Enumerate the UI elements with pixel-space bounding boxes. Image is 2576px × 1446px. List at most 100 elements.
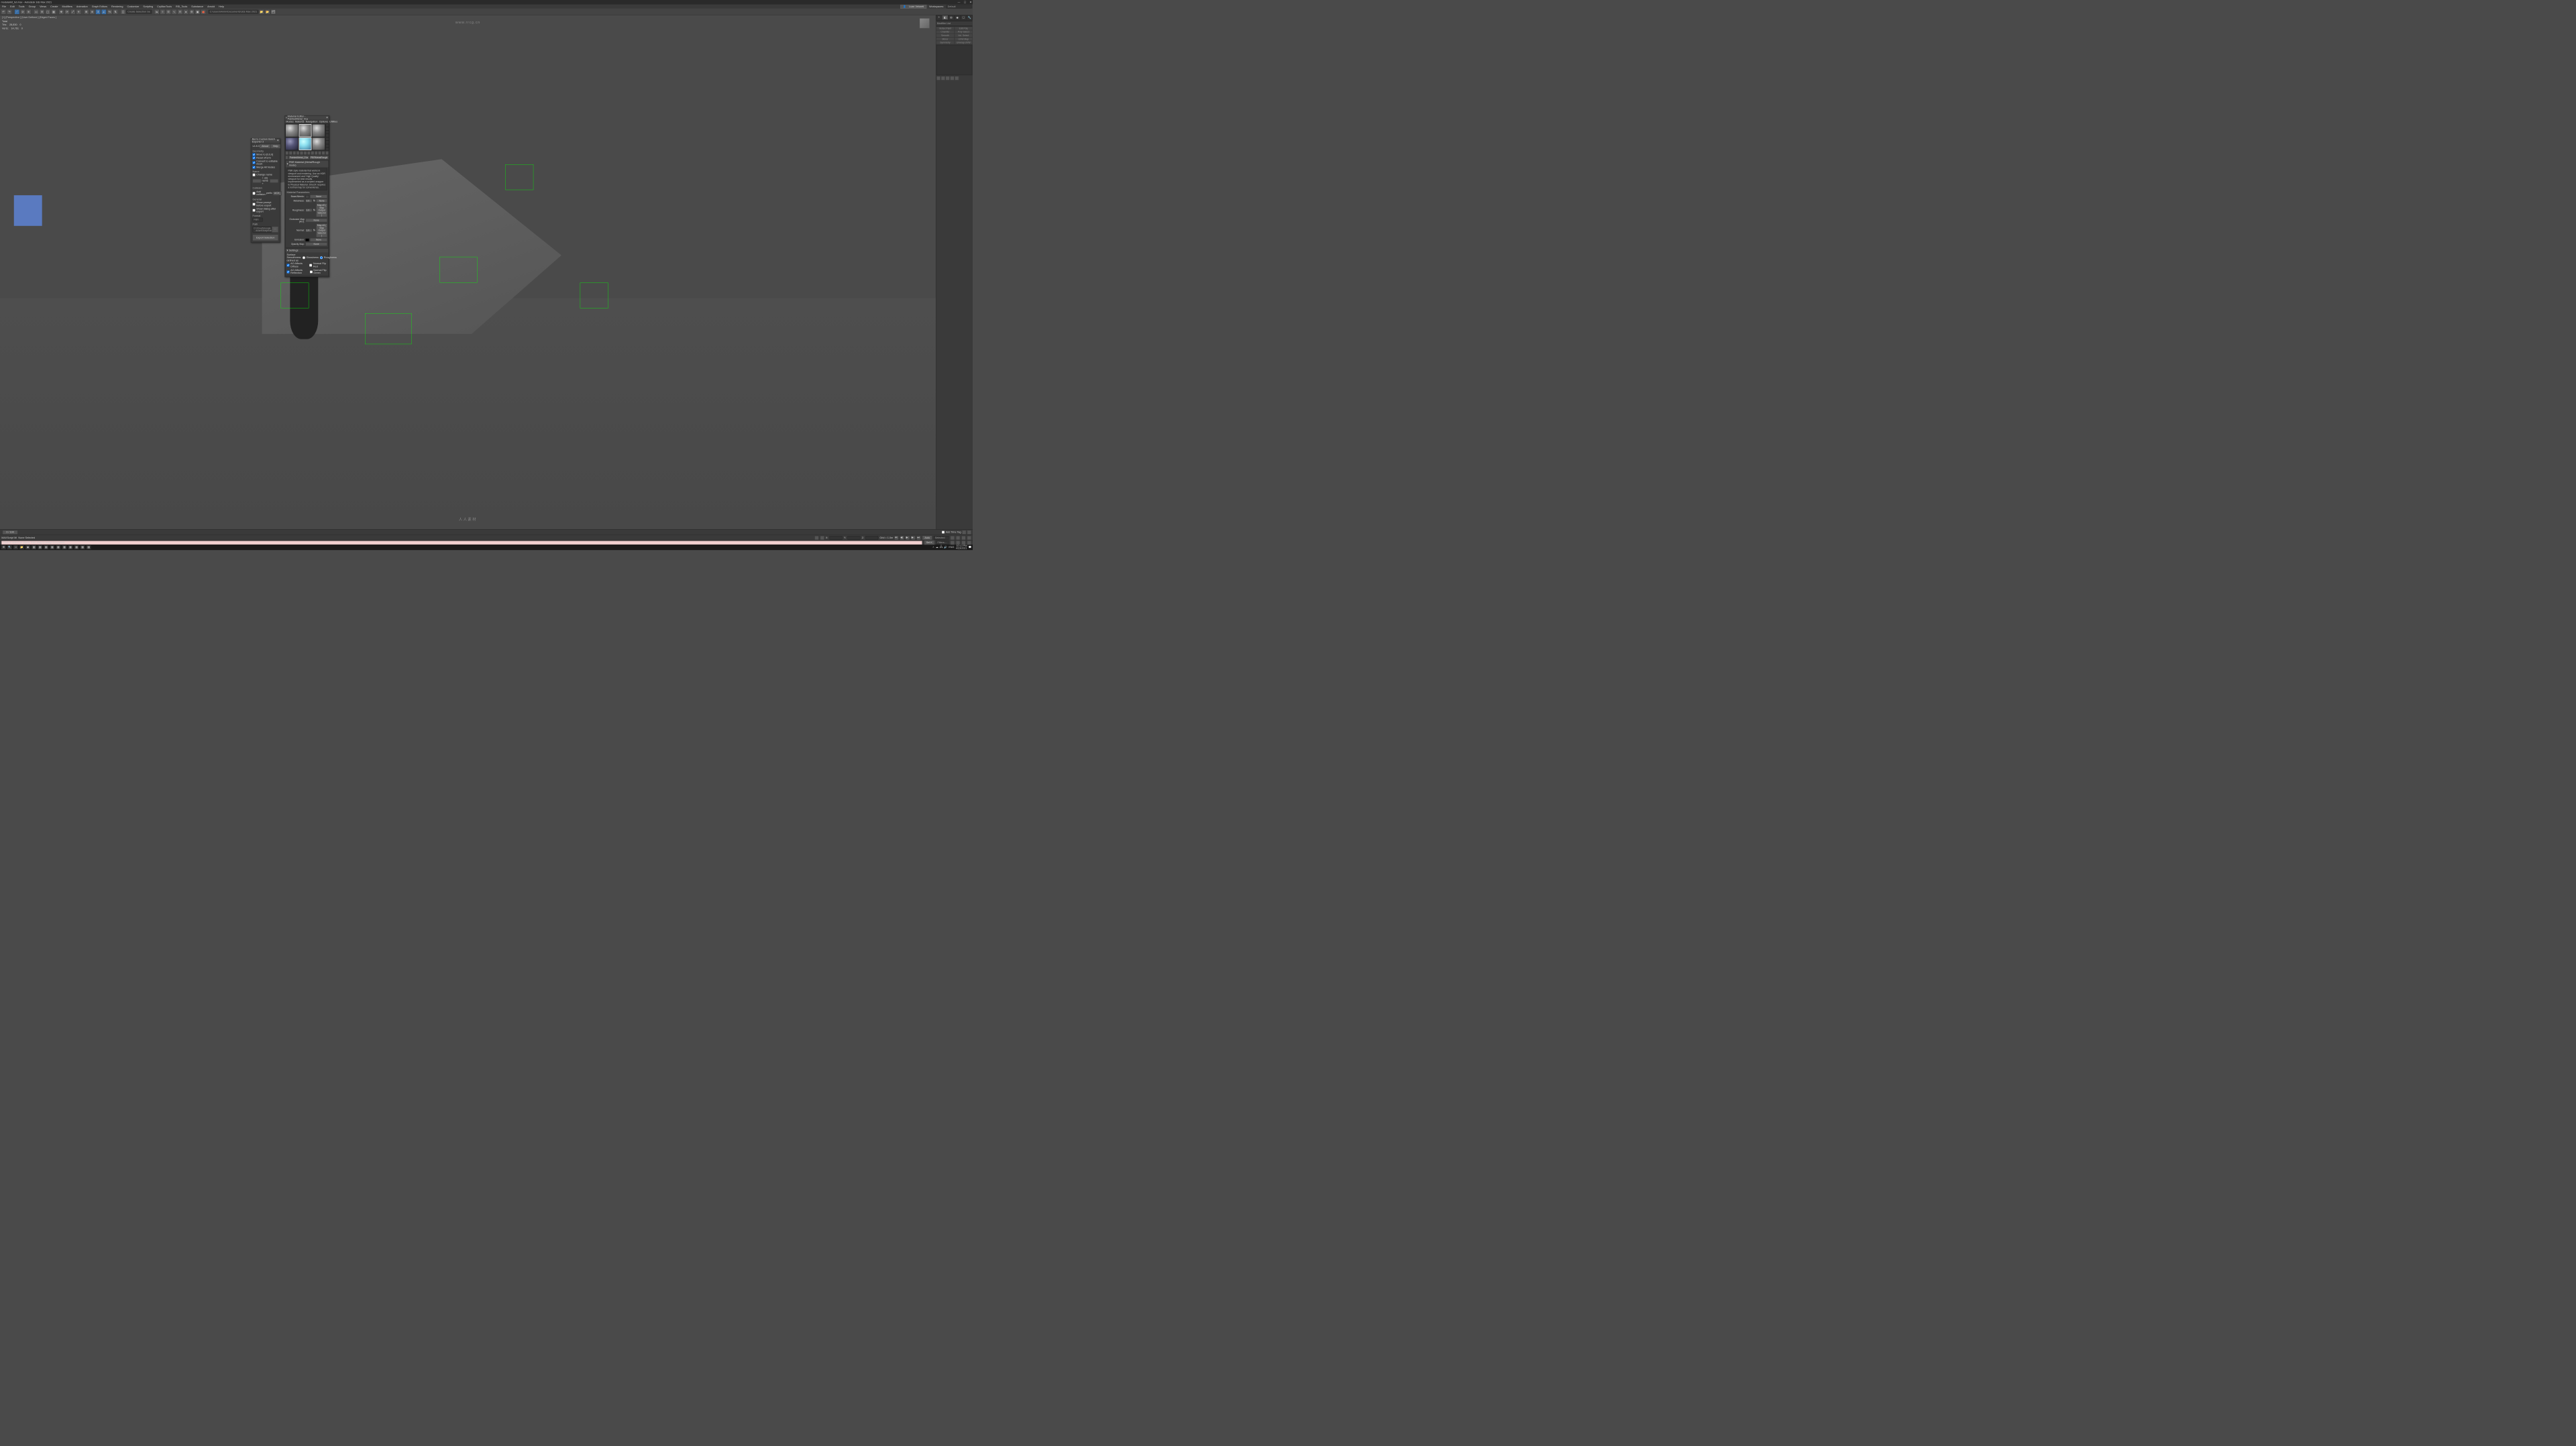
search-icon[interactable]: 🔍 — [7, 545, 13, 550]
material-slot-6[interactable] — [312, 137, 325, 150]
nav-minmax-icon[interactable] — [967, 541, 971, 545]
percent-snap-icon[interactable]: % — [107, 9, 113, 15]
metalness-value[interactable]: 0.0 — [305, 199, 312, 203]
matmenu-options[interactable]: Options — [319, 120, 328, 123]
rotate-icon[interactable]: ⟳ — [64, 9, 70, 15]
key-icon-2[interactable] — [967, 531, 971, 535]
tab-display[interactable]: ☐ — [961, 15, 967, 20]
make-copy-icon[interactable] — [300, 152, 303, 155]
ao-map-button[interactable]: None — [305, 219, 327, 222]
render-setup-icon[interactable]: ⚙ — [189, 9, 195, 15]
play-icon[interactable]: ▶ — [906, 536, 910, 540]
coord-x-input[interactable] — [830, 536, 843, 540]
menu-crymaxtools[interactable]: CryMaxTools — [156, 5, 173, 8]
opacity-map-button[interactable]: None — [305, 242, 327, 245]
chk-nflip-green[interactable]: Normal Flip Green — [310, 269, 327, 274]
go-forward-icon[interactable] — [325, 152, 329, 155]
refcoord-icon[interactable]: ⊞ — [84, 9, 89, 15]
chk-convert[interactable]: Convert to editable mesh — [252, 160, 278, 165]
mod-symmetry[interactable]: Symmetry — [936, 41, 954, 44]
chk-merge[interactable]: Merge All Nodes — [252, 166, 278, 168]
mat-id-icon[interactable] — [311, 152, 314, 155]
tab-hierarchy[interactable]: ⊞ — [948, 15, 954, 20]
chk-move-to[interactable]: Move to [0,0,0] — [252, 153, 278, 156]
filters-dropdown[interactable]: Filters... — [936, 541, 949, 545]
menu-group[interactable]: Group — [28, 5, 37, 8]
menu-grapheditors[interactable]: Graph Editors — [91, 5, 108, 8]
chk-add-time-tag[interactable]: Add Time Tag — [942, 531, 961, 534]
matmenu-material[interactable]: Material — [295, 120, 304, 123]
bind-spacewarp-icon[interactable]: ≋ — [26, 9, 32, 15]
chk-change-name[interactable]: Change name — [252, 174, 278, 176]
folder-icon[interactable]: 📁 — [259, 9, 264, 15]
name-suffix-input[interactable] — [270, 179, 278, 183]
material-editor-window[interactable]: ◐ Material Editor - PaintedMetal_01a✕ Mo… — [284, 115, 329, 277]
goto-end-icon[interactable]: ⏭ — [917, 536, 921, 540]
menu-file[interactable]: File — [1, 5, 7, 8]
help-button[interactable]: Help — [270, 144, 280, 148]
assign-icon[interactable] — [292, 152, 296, 155]
albedo-swatch[interactable] — [305, 195, 309, 198]
chk-add-collision[interactable]: Add collision — [252, 190, 265, 196]
app4-icon[interactable]: ▦ — [50, 545, 55, 550]
tab-modify[interactable]: ◧ — [942, 15, 948, 20]
app9-icon[interactable]: ▦ — [80, 545, 85, 550]
tray-vol-icon[interactable]: 🔊 — [944, 546, 947, 549]
material-slot-5[interactable] — [299, 137, 311, 150]
folder3-icon[interactable]: 🗂 — [271, 9, 276, 15]
nav-zoom-icon[interactable] — [956, 536, 960, 540]
lock-icon[interactable] — [820, 536, 824, 540]
taskview-icon[interactable]: ☐ — [13, 545, 19, 550]
chk-reset-xform[interactable]: Reset xForm — [252, 156, 278, 159]
batch-exporter-window[interactable]: Ben's Custom Batch Exporter 3✕ v1.8.3 Ab… — [251, 138, 280, 243]
edit-named-sel-icon[interactable]: {} — [121, 9, 126, 15]
pick-material-icon[interactable] — [286, 156, 288, 159]
menu-animation[interactable]: Animation — [75, 5, 89, 8]
scale-icon[interactable]: ⤢ — [70, 9, 76, 15]
tray-date[interactable]: 4/23/2021 — [956, 547, 967, 550]
workspace-dropdown[interactable]: Default — [947, 5, 972, 8]
placement-icon[interactable]: ⎀ — [76, 9, 82, 15]
radio-roughness[interactable]: Roughness — [320, 256, 337, 259]
menu-rendering[interactable]: Rendering — [111, 5, 124, 8]
normal-map-button[interactable]: Map #4 ( Map Output Selector ) — [316, 224, 327, 237]
app8-icon[interactable]: ▦ — [74, 545, 79, 550]
viewport[interactable]: www.rrcg.cn [+] [Perspective ] [User Def… — [0, 15, 936, 530]
chrome-icon[interactable]: ◉ — [25, 545, 31, 550]
roughness-map-button[interactable]: Map #2 ( Map Output Selector ) — [316, 203, 327, 217]
emission-map-button[interactable]: None — [310, 238, 327, 241]
render-frame-icon[interactable]: ▣ — [195, 9, 201, 15]
chk-nflip-red[interactable]: Normal Flip Red — [309, 262, 327, 268]
export-selection-button[interactable]: Export Selection — [252, 235, 278, 241]
prev-frame-icon[interactable]: ◀ — [900, 536, 904, 540]
material-name-field[interactable]: PaintedMetal_01a — [288, 156, 309, 159]
menu-edit[interactable]: Edit — [9, 5, 16, 8]
configure-icon[interactable] — [955, 76, 959, 80]
curve-editor-icon[interactable]: ∿ — [172, 9, 177, 15]
metalness-map-button[interactable]: None — [316, 199, 327, 203]
modifier-stack[interactable] — [936, 45, 972, 75]
menu-help[interactable]: Help — [218, 5, 225, 8]
show-result-icon[interactable] — [941, 76, 945, 80]
select-object-icon[interactable]: ▭ — [34, 9, 39, 15]
close-icon[interactable]: ✕ — [326, 117, 328, 119]
material-slot-3[interactable] — [312, 124, 325, 137]
menu-arnold[interactable]: Arnold — [207, 5, 216, 8]
tray-notif-icon[interactable]: 💬 — [969, 546, 972, 549]
named-selection-set[interactable]: Create Selection Se — [126, 10, 152, 14]
make-unique-icon[interactable] — [304, 152, 307, 155]
put-to-scene-icon[interactable] — [289, 152, 292, 155]
menu-substance[interactable]: Substance — [191, 5, 205, 8]
tray-net-icon[interactable]: 🖧 — [940, 545, 943, 549]
go-parent-icon[interactable] — [322, 152, 325, 155]
normal-value[interactable]: 1.0 — [305, 229, 312, 232]
select-name-icon[interactable]: ☰ — [40, 9, 45, 15]
time-handle[interactable]: 0 / 100 — [3, 531, 18, 535]
autokey-button[interactable]: Auto — [922, 536, 932, 540]
matmenu-utilities[interactable]: Utilities — [329, 120, 337, 123]
roughness-value[interactable]: 1.0 — [305, 209, 312, 212]
tray-lang[interactable]: ENG — [949, 546, 954, 549]
pivot-icon[interactable]: ⊕ — [90, 9, 95, 15]
nav-pan-icon[interactable] — [951, 536, 955, 540]
key-icon[interactable] — [962, 531, 966, 535]
